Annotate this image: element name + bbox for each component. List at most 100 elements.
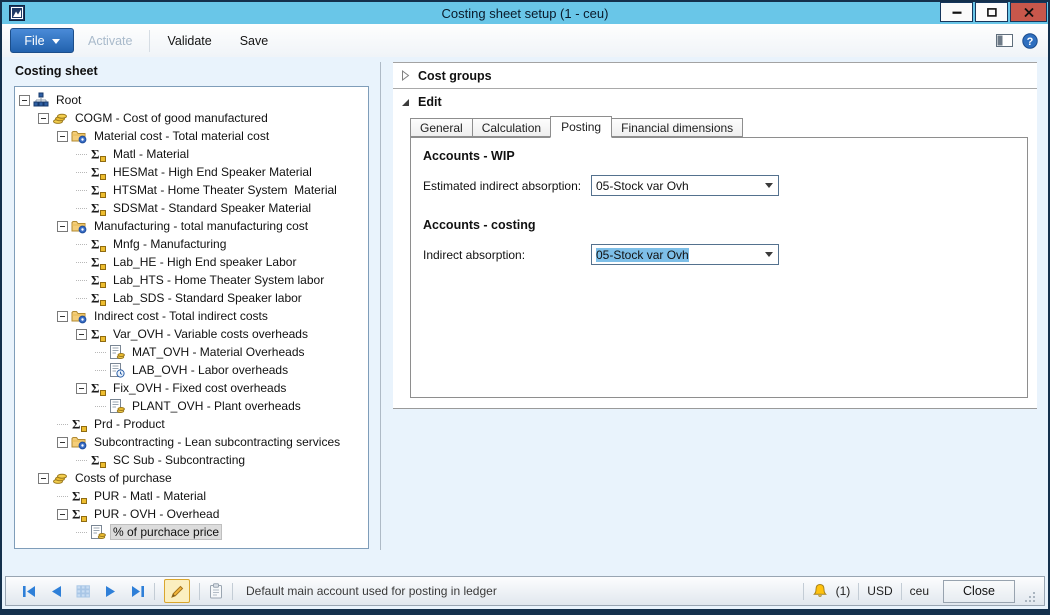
dropdown-arrow-icon[interactable] <box>765 252 773 261</box>
activate-button: Activate <box>74 34 146 48</box>
status-bar: Default main account used for posting in… <box>5 576 1045 606</box>
tree-item[interactable]: ΣSC Sub - Subcontracting <box>15 451 368 469</box>
tree-collapse-icon[interactable] <box>57 131 68 142</box>
tree-line-stub <box>76 190 87 191</box>
tree-item-label: HTSMat - Home Theater System Material <box>110 182 340 198</box>
tree-item[interactable]: Root <box>15 91 368 109</box>
tree-item[interactable]: Σ PUR - Matl - Material <box>15 487 368 505</box>
combobox[interactable]: 05-Stock var Ovh <box>591 175 779 196</box>
cost-groups-title: Cost groups <box>418 69 492 83</box>
coins-icon <box>52 470 68 486</box>
tree-collapse-icon[interactable] <box>57 509 68 520</box>
tree-collapse-icon[interactable] <box>38 113 49 124</box>
sigma-cube-icon: Σ <box>71 416 87 432</box>
tree-item[interactable]: ΣMnfg - Manufacturing <box>15 235 368 253</box>
combobox-value: 05-Stock var Ovh <box>596 179 689 193</box>
cost-groups-section-header[interactable]: Cost groups <box>393 63 1037 89</box>
tree-item[interactable]: ΣSDSMat - Standard Speaker Material <box>15 199 368 217</box>
tree-item-label: PUR - OVH - Overhead <box>91 506 222 522</box>
notification-bell-icon[interactable] <box>812 583 828 599</box>
tree-item[interactable]: ΣPUR - OVH - Overhead <box>15 505 368 523</box>
tree-item[interactable]: ΣHTSMat - Home Theater System Material <box>15 181 368 199</box>
tree-item[interactable]: Subcontracting - Lean subcontracting ser… <box>15 433 368 451</box>
minimize-button[interactable] <box>940 2 973 22</box>
tab-financial-dimensions[interactable]: Financial dimensions <box>612 118 743 137</box>
save-button[interactable]: Save <box>226 34 283 48</box>
tree-item-label: Var_OVH - Variable costs overheads <box>110 326 311 342</box>
tree-item[interactable]: PLANT_OVH - Plant overheads <box>15 397 368 415</box>
currency-indicator[interactable]: USD <box>867 584 892 598</box>
combobox[interactable]: 05-Stock var Ovh <box>591 244 779 265</box>
tree-collapse-icon[interactable] <box>57 221 68 232</box>
close-window-button[interactable] <box>1010 2 1047 22</box>
tree-line-stub <box>76 460 87 461</box>
tree-collapse-icon[interactable] <box>38 473 49 484</box>
tree-item[interactable]: LAB_OVH - Labor overheads <box>15 361 368 379</box>
next-record-icon[interactable] <box>104 585 117 598</box>
tree-item-label: PUR - Matl - Material <box>91 488 209 504</box>
tree-item[interactable]: ΣVar_OVH - Variable costs overheads <box>15 325 368 343</box>
maximize-button[interactable] <box>975 2 1008 22</box>
tree-item[interactable]: ΣPrd - Product <box>15 415 368 433</box>
tree-collapse-icon[interactable] <box>19 95 30 106</box>
field-row: Indirect absorption:05-Stock var Ovh <box>423 244 1015 265</box>
edit-title: Edit <box>418 95 442 109</box>
statusbar-separator <box>803 583 804 600</box>
tree-item[interactable]: ΣLab_SDS - Standard Speaker labor <box>15 289 368 307</box>
company-indicator[interactable]: ceu <box>910 584 929 598</box>
tree-line-stub <box>76 154 87 155</box>
costing-sheet-tree[interactable]: RootCOGM - Cost of good manufacturedMate… <box>14 86 369 549</box>
previous-record-icon[interactable] <box>50 585 63 598</box>
sigma-cube-icon: Σ <box>90 164 106 180</box>
tab-posting[interactable]: Posting <box>550 116 612 138</box>
tab-general[interactable]: General <box>410 118 472 137</box>
tree-line-stub <box>95 352 106 353</box>
tree-item-label: Fix_OVH - Fixed cost overheads <box>110 380 289 396</box>
tree-item[interactable]: ΣHESMat - High End Speaker Material <box>15 163 368 181</box>
svg-text:Σ: Σ <box>91 147 100 162</box>
svg-text:Σ: Σ <box>72 489 81 504</box>
titlebar: Costing sheet setup (1 - ceu) <box>2 2 1048 24</box>
file-menu-button[interactable]: File <box>10 28 74 53</box>
tab-calculation[interactable]: Calculation <box>472 118 550 137</box>
tree-item-label: SDSMat - Standard Speaker Material <box>110 200 314 216</box>
validate-button[interactable]: Validate <box>153 34 225 48</box>
tree-item[interactable]: ΣLab_HTS - Home Theater System labor <box>15 271 368 289</box>
svg-text:?: ? <box>1027 36 1034 48</box>
tree-item[interactable]: ΣMatl - Material <box>15 145 368 163</box>
tree-collapse-icon[interactable] <box>76 329 87 340</box>
close-button[interactable]: Close <box>943 580 1015 603</box>
tree-collapse-icon[interactable] <box>57 311 68 322</box>
first-record-icon[interactable] <box>22 585 37 598</box>
tree-line-stub <box>76 280 87 281</box>
tree-item[interactable]: Manufacturing - total manufacturing cost <box>15 217 368 235</box>
main-content: Costing sheet RootCOGM - Cost of good ma… <box>2 57 1048 613</box>
tree-item[interactable]: ΣLab_HE - High End speaker Labor <box>15 253 368 271</box>
sigma-cube-icon: Σ <box>90 272 106 288</box>
tree-item-label: Material cost - Total material cost <box>91 128 272 144</box>
help-icon[interactable]: ? <box>1022 33 1038 49</box>
panel-toggle-icon[interactable] <box>996 34 1013 47</box>
tree-item[interactable]: MAT_OVH - Material Overheads <box>15 343 368 361</box>
dropdown-arrow-icon[interactable] <box>765 183 773 192</box>
tree-collapse-icon[interactable] <box>57 437 68 448</box>
edit-mode-toggle[interactable] <box>164 579 190 603</box>
tree-item[interactable]: Material cost - Total material cost <box>15 127 368 145</box>
tree-item[interactable]: COGM - Cost of good manufactured <box>15 109 368 127</box>
tree-item[interactable]: ΣFix_OVH - Fixed cost overheads <box>15 379 368 397</box>
resize-grip[interactable] <box>1025 592 1036 603</box>
tree-item[interactable]: Costs of purchase <box>15 469 368 487</box>
tree-line-stub <box>76 208 87 209</box>
notification-count[interactable]: (1) <box>836 584 851 598</box>
tree-line-stub <box>76 262 87 263</box>
edit-section-header[interactable]: Edit <box>393 89 1037 115</box>
last-record-icon[interactable] <box>130 585 145 598</box>
tree-item[interactable]: Indirect cost - Total indirect costs <box>15 307 368 325</box>
tree-line-stub <box>76 172 87 173</box>
tree-collapse-icon[interactable] <box>76 383 87 394</box>
tree-item-label: % of purchace price <box>110 524 222 540</box>
clipboard-icon[interactable] <box>209 583 223 599</box>
panel-splitter[interactable] <box>380 62 381 550</box>
sigma-cube-icon: Σ <box>90 452 106 468</box>
tree-item[interactable]: % of purchace price <box>15 523 368 541</box>
